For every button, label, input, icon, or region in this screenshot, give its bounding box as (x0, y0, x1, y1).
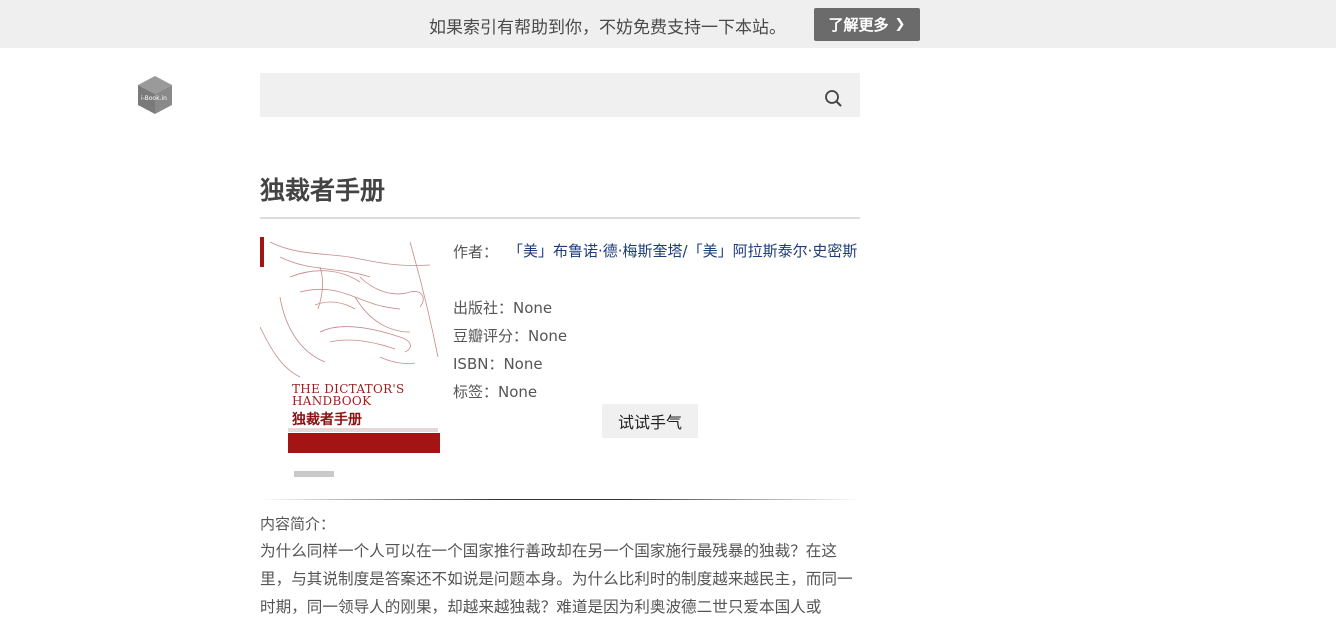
description-label: 内容简介： (260, 515, 336, 533)
cover-author-strip (288, 428, 438, 432)
book-cover: THE DICTATOR'S HANDBOOK 独裁者手册 (260, 237, 440, 487)
search-bar (260, 73, 860, 117)
search-button[interactable] (820, 87, 846, 109)
douban-rating-field: 豆瓣评分：None (453, 327, 568, 345)
logo-text: i-Book.in (141, 95, 167, 102)
learn-more-button[interactable]: 了解更多 ❯ (814, 8, 920, 41)
cover-publisher-mark (294, 471, 334, 477)
cover-portrait-illustration (260, 241, 439, 378)
title-underline (260, 217, 860, 219)
publisher-field: 出版社：None (453, 299, 553, 317)
chevron-right-icon: ❯ (894, 17, 906, 32)
description-text: 为什么同样一个人可以在一个国家推行善政却在另一个国家施行最残暴的独裁？在这里，与… (260, 542, 853, 616)
cover-english-title: THE DICTATOR'S HANDBOOK (292, 383, 405, 407)
book-title: 独裁者手册 (260, 176, 386, 205)
cover-chinese-title: 独裁者手册 (292, 412, 362, 428)
cube-logo-icon: i-Book.in (138, 76, 172, 114)
cover-english-line2: HANDBOOK (292, 394, 372, 408)
cover-red-band (288, 433, 440, 453)
author-link[interactable]: 「美」布鲁诺·德·梅斯奎塔/「美」阿拉斯泰尔·史密斯 (440, 237, 860, 265)
cover-red-bar (260, 237, 264, 267)
support-banner: 如果索引有帮助到你，不妨免费支持一下本站。 了解更多 ❯ (0, 0, 1336, 48)
section-divider (260, 499, 860, 500)
tags-field: 标签：None (453, 383, 538, 401)
support-banner-text: 如果索引有帮助到你，不妨免费支持一下本站。 (429, 18, 786, 38)
search-icon (825, 90, 842, 107)
site-logo[interactable]: i-Book.in (137, 75, 173, 115)
search-input[interactable] (260, 73, 810, 117)
try-luck-button[interactable]: 试试手气 (602, 404, 698, 438)
author-label: 作者： (453, 243, 499, 261)
isbn-field: ISBN：None (453, 355, 543, 373)
learn-more-label: 了解更多 (828, 16, 889, 34)
